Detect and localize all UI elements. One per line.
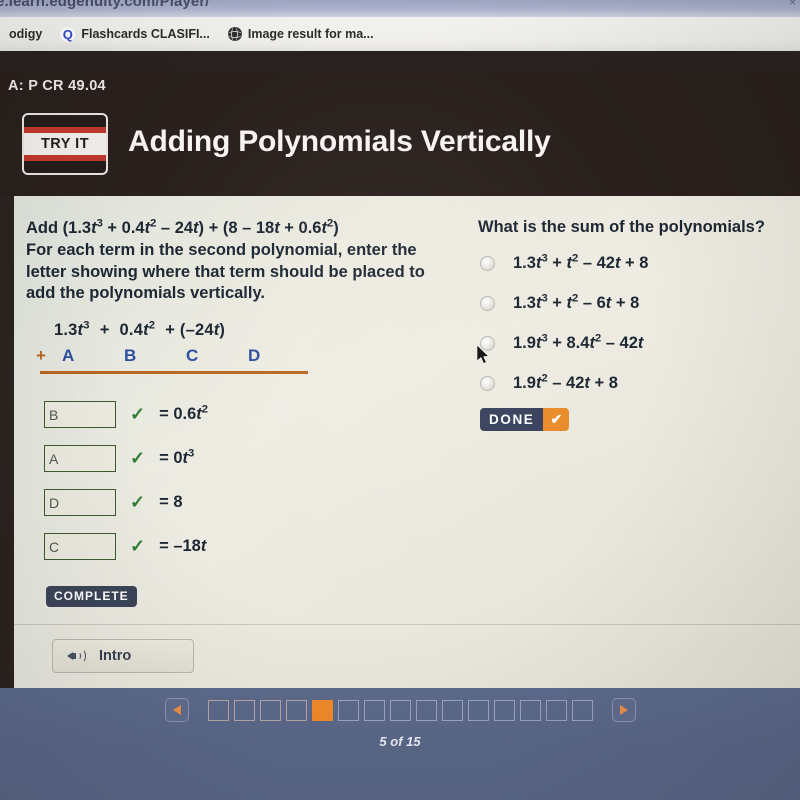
answer-input-2[interactable] xyxy=(44,445,116,472)
question-text: What is the sum of the polynomials? xyxy=(478,218,765,236)
tab-strip-shadow xyxy=(0,51,800,68)
correct-check-icon: ✓ xyxy=(130,492,146,512)
answer-result-1: = 0.6t2 xyxy=(159,403,209,423)
bookmark-label: Image result for ma... xyxy=(247,27,374,41)
address-bar[interactable]: e.learn.edgenuity.com/Player/ × xyxy=(0,0,800,17)
done-button[interactable]: DONE ✔ xyxy=(480,408,570,431)
page-dot-5-active[interactable] xyxy=(311,699,333,721)
plus-sign: + xyxy=(36,346,46,365)
bookmark-item-prodigy[interactable]: odigy xyxy=(0,27,51,41)
answer-row-4: ✓ = –18t xyxy=(44,533,206,560)
letter-b: B xyxy=(124,346,137,365)
prev-page-button[interactable] xyxy=(164,698,189,722)
chevron-right-icon xyxy=(619,705,628,715)
page-dot-6[interactable] xyxy=(337,699,359,721)
next-page-button[interactable] xyxy=(611,698,636,722)
radio-button-1[interactable] xyxy=(480,256,495,271)
done-check-icon: ✔ xyxy=(543,408,570,431)
speaker-icon xyxy=(67,648,87,664)
status-badge: COMPLETE xyxy=(46,586,137,607)
done-button-label: DONE xyxy=(480,408,544,431)
answer-row-3: ✓ = 8 xyxy=(44,489,183,516)
page-title: Adding Polynomials Vertically xyxy=(128,125,551,158)
intro-audio-button[interactable]: Intro xyxy=(52,639,194,673)
page-dot-15[interactable] xyxy=(571,699,593,721)
bookmark-label: Flashcards CLASIFI... xyxy=(81,27,210,41)
activity-card: Add (1.3t3 + 0.4t2 – 24t) + (8 – 18t + 0… xyxy=(14,196,800,688)
address-bar-clear-icon[interactable]: × xyxy=(789,0,796,9)
lesson-footer: 5 of 15 xyxy=(0,688,800,800)
card-divider xyxy=(14,624,800,625)
answer-input-4[interactable] xyxy=(44,533,116,560)
badge-stripe-bottom xyxy=(24,155,106,161)
page-dot-13[interactable] xyxy=(519,699,541,721)
answer-row-2: ✓ = 0t3 xyxy=(44,445,194,472)
vertical-expression: 1.3t3 +0.4t2 + (–24t) xyxy=(54,319,226,339)
option-row-1[interactable]: 1.3t3 + t2 – 42t + 8 xyxy=(480,252,649,273)
correct-check-icon: ✓ xyxy=(130,404,146,424)
letter-c: C xyxy=(186,346,199,365)
bookmark-label: odigy xyxy=(9,27,43,41)
page-dot-9[interactable] xyxy=(415,699,437,721)
page-counter: 5 of 15 xyxy=(379,734,421,749)
intro-button-label: Intro xyxy=(99,648,132,664)
option-row-3[interactable]: 1.9t3 + 8.4t2 – 42t xyxy=(480,332,644,353)
placeholder-letter-row: + A B C D xyxy=(36,346,316,366)
letter-d: D xyxy=(248,346,261,365)
page-dot-3[interactable] xyxy=(259,699,281,721)
page-dot-10[interactable] xyxy=(441,699,463,721)
page-dot-7[interactable] xyxy=(363,699,385,721)
course-code: A: P CR 49.04 xyxy=(8,78,106,94)
instruction-line-2: For each term in the second polynomial, … xyxy=(26,240,417,259)
option-row-4[interactable]: 1.9t2 – 42t + 8 xyxy=(480,372,618,393)
letter-a: A xyxy=(62,346,75,365)
instruction-text: Add (1.3t3 + 0.4t2 – 24t) + (8 – 18t + 0… xyxy=(26,218,456,305)
instruction-line-4: add the polynomials vertically. xyxy=(26,284,266,303)
try-it-label: TRY IT xyxy=(40,136,90,152)
bookmark-item-flashcards[interactable]: Q Flashcards CLASIFI... xyxy=(51,26,219,42)
radio-button-4[interactable] xyxy=(480,376,495,391)
answer-result-3: = 8 xyxy=(159,493,183,511)
page-dot-14[interactable] xyxy=(545,699,567,721)
address-bar-url: e.learn.edgenuity.com/Player/ xyxy=(0,0,210,10)
page-dot-2[interactable] xyxy=(233,699,255,721)
answer-input-1[interactable] xyxy=(44,401,116,428)
badge-band: TRY IT xyxy=(24,133,106,155)
sum-rule-line xyxy=(40,371,308,374)
chevron-left-icon xyxy=(172,705,181,715)
option-label-2: 1.3t3 + t2 – 6t + 8 xyxy=(513,292,640,312)
browser-chrome: e.learn.edgenuity.com/Player/ × odigy Q … xyxy=(0,0,800,68)
page-dot-8[interactable] xyxy=(389,699,411,721)
correct-check-icon: ✓ xyxy=(130,536,146,556)
pagination xyxy=(0,698,800,722)
globe-icon xyxy=(227,27,242,41)
answer-result-2: = 0t3 xyxy=(159,447,195,467)
option-label-1: 1.3t3 + t2 – 42t + 8 xyxy=(513,252,649,272)
bookmarks-bar: odigy Q Flashcards CLASIFI... Image resu… xyxy=(0,17,800,51)
page-dot-11[interactable] xyxy=(467,699,489,721)
instruction-line-3: letter showing where that term should be… xyxy=(26,262,425,281)
bookmark-item-image-result[interactable]: Image result for ma... xyxy=(219,27,383,41)
answer-input-3[interactable] xyxy=(44,489,116,516)
radio-button-2[interactable] xyxy=(480,296,495,311)
option-row-2[interactable]: 1.3t3 + t2 – 6t + 8 xyxy=(480,292,640,313)
correct-check-icon: ✓ xyxy=(130,448,146,468)
answer-result-4: = –18t xyxy=(159,537,207,555)
page-dot-12[interactable] xyxy=(493,699,515,721)
instruction-line-1: Add (1.3t3 + 0.4t2 – 24t) + (8 – 18t + 0… xyxy=(26,217,339,237)
option-label-3: 1.9t3 + 8.4t2 – 42t xyxy=(513,332,644,352)
option-label-4: 1.9t2 – 42t + 8 xyxy=(513,372,618,392)
lesson-header: A: P CR 49.04 TRY IT Adding Polynomials … xyxy=(0,68,800,196)
answer-row-1: ✓ = 0.6t2 xyxy=(44,401,208,428)
try-it-badge: TRY IT xyxy=(22,113,108,175)
page-dot-4[interactable] xyxy=(285,699,307,721)
mouse-cursor xyxy=(477,345,490,364)
page-dot-1[interactable] xyxy=(207,699,229,721)
quizlet-q-icon: Q xyxy=(60,26,76,42)
